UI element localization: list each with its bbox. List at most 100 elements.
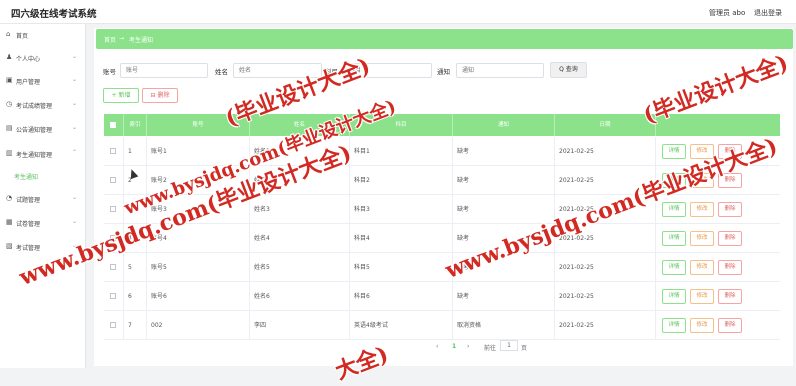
row-checkbox[interactable] — [110, 293, 116, 299]
edit-button[interactable]: 修改 — [690, 202, 714, 217]
detail-button[interactable]: 详情 — [662, 260, 686, 275]
sidebar-item-questions[interactable]: ◔ 试题管理 ⌄ — [0, 188, 86, 210]
delete-button[interactable]: ⊟ 删除 — [142, 88, 178, 103]
cell-name: 姓名4 — [250, 224, 350, 253]
detail-button[interactable]: 详情 — [662, 202, 686, 217]
detail-button[interactable]: 详情 — [662, 318, 686, 333]
detail-button[interactable]: 详情 — [662, 289, 686, 304]
row-delete-button[interactable]: 删除 — [718, 173, 742, 188]
edit-button[interactable]: 修改 — [690, 144, 714, 159]
notice-icon: ▤ — [6, 124, 13, 132]
users-icon: ▣ — [6, 76, 13, 84]
sidebar-item-label: 公告通知管理 — [16, 127, 53, 134]
edit-button[interactable]: 修改 — [690, 260, 714, 275]
chevron-up-icon: ⌃ — [72, 149, 78, 156]
edit-button[interactable]: 修改 — [690, 173, 714, 188]
row-checkbox[interactable] — [110, 148, 116, 154]
column-header-index: 索引 — [124, 114, 147, 136]
row-checkbox[interactable] — [110, 235, 116, 241]
sidebar-item-grades[interactable]: ◷ 考试成绩管理 ⌄ — [0, 94, 86, 116]
detail-button[interactable]: 详情 — [662, 231, 686, 246]
cell-name: 姓名1 — [250, 137, 350, 166]
cell-notice: 缺考 — [453, 195, 555, 224]
table-row: 6 账号6 姓名6 科目6 缺考 2021-02-25 详情 修改 删除 — [104, 282, 780, 311]
cell-account: 账号5 — [147, 253, 250, 282]
sidebar-item-announcements[interactable]: ▤ 公告通知管理 ⌄ — [0, 118, 86, 140]
account-label: 账号 — [103, 68, 116, 76]
current-page[interactable]: 1 — [452, 343, 456, 350]
notice-label: 通知 — [437, 68, 450, 76]
table-row: 5 账号5 姓名5 科目5 缺考 2021-02-25 详情 修改 删除 — [104, 253, 780, 282]
chevron-down-icon: ⌄ — [72, 242, 78, 249]
select-cell — [104, 311, 124, 340]
search-button[interactable]: Q 查询 — [550, 62, 587, 78]
name-input[interactable] — [233, 63, 322, 78]
sidebar-item-papers[interactable]: ▦ 试卷管理 ⌄ — [0, 212, 86, 234]
cell-idx: 4 — [124, 224, 147, 253]
edit-button[interactable]: 修改 — [690, 289, 714, 304]
column-header-name: 姓名 — [250, 114, 350, 136]
cell-date: 2021-02-25 — [555, 311, 656, 340]
logout-link[interactable]: 退出登录 — [754, 8, 782, 18]
edit-button[interactable]: 修改 — [690, 318, 714, 333]
cell-subject: 科目5 — [350, 253, 453, 282]
sidebar-item-label: 首页 — [16, 33, 29, 40]
sidebar-subitem-exam-notice[interactable]: 考生通知 — [14, 172, 38, 181]
add-button[interactable]: + 新增 — [103, 88, 139, 103]
cell-idx: 3 — [124, 195, 147, 224]
table-row: 3 账号3 姓名3 科目3 缺考 2021-02-25 详情 修改 删除 — [104, 195, 780, 224]
prev-page-button[interactable]: ‹ — [436, 343, 438, 350]
cell-name: 李四 — [250, 311, 350, 340]
row-delete-button[interactable]: 删除 — [718, 144, 742, 159]
subject-input[interactable] — [343, 63, 432, 78]
cell-subject: 科目2 — [350, 166, 453, 195]
cell-date: 2021-02-25 — [555, 166, 656, 195]
edit-button[interactable]: 修改 — [690, 231, 714, 246]
breadcrumb-home[interactable]: 首页 — [104, 35, 116, 44]
cell-account: 账号2 — [147, 166, 250, 195]
row-checkbox[interactable] — [110, 264, 116, 270]
select-cell — [104, 224, 124, 253]
row-delete-button[interactable]: 删除 — [718, 318, 742, 333]
row-checkbox[interactable] — [110, 177, 116, 183]
row-checkbox[interactable] — [110, 322, 116, 328]
row-delete-button[interactable]: 删除 — [718, 260, 742, 275]
top-bar: 四六级在线考试系统 管理员 abo 退出登录 — [0, 0, 796, 24]
table-row: 7 002 李四 英语4级考试 取消资格 2021-02-25 详情 修改 删除 — [104, 311, 780, 340]
sidebar-item-exam-notices[interactable]: ▥ 考生通知管理 ⌃ — [0, 143, 86, 165]
grade-icon: ◷ — [6, 100, 13, 108]
cell-subject: 科目1 — [350, 137, 453, 166]
sidebar-item-home[interactable]: ⌂ 首页 — [0, 24, 86, 46]
paper-icon: ◔ — [6, 194, 13, 202]
detail-button[interactable]: 详情 — [662, 173, 686, 188]
cell-account: 002 — [147, 311, 250, 340]
select-cell — [104, 137, 124, 166]
select-all-checkbox[interactable] — [110, 122, 116, 128]
sidebar-item-exams[interactable]: ▧ 考试管理 ⌄ — [0, 236, 86, 258]
row-delete-button[interactable]: 删除 — [718, 231, 742, 246]
row-delete-button[interactable]: 删除 — [718, 202, 742, 217]
page-input[interactable]: 1 — [500, 340, 518, 351]
next-page-button[interactable]: › — [467, 343, 469, 350]
notice-input[interactable] — [456, 63, 544, 78]
cell-idx: 1 — [124, 137, 147, 166]
account-input[interactable] — [120, 63, 208, 78]
exam-notice-icon: ▥ — [6, 149, 13, 157]
detail-button[interactable]: 详情 — [662, 144, 686, 159]
cell-subject: 科目4 — [350, 224, 453, 253]
test-icon: ▦ — [6, 218, 13, 226]
cell-account: 账号1 — [147, 137, 250, 166]
row-delete-button[interactable]: 删除 — [718, 289, 742, 304]
sidebar-item-profile[interactable]: ♟ 个人中心 ⌄ — [0, 47, 86, 69]
sidebar-item-label: 考试成绩管理 — [16, 103, 53, 110]
column-header-subject: 科目 — [350, 114, 453, 136]
sidebar-item-label: 考生通知管理 — [16, 152, 53, 159]
row-checkbox[interactable] — [110, 206, 116, 212]
page-unit-label: 页 — [521, 345, 528, 352]
chevron-down-icon: ⌄ — [72, 53, 78, 60]
cell-date: 2021-02-25 — [555, 137, 656, 166]
sidebar-item-label: 用户管理 — [16, 79, 41, 86]
sidebar-item-users[interactable]: ▣ 用户管理 ⌄ — [0, 70, 86, 92]
chevron-down-icon: ⌄ — [72, 100, 78, 107]
select-cell — [104, 253, 124, 282]
